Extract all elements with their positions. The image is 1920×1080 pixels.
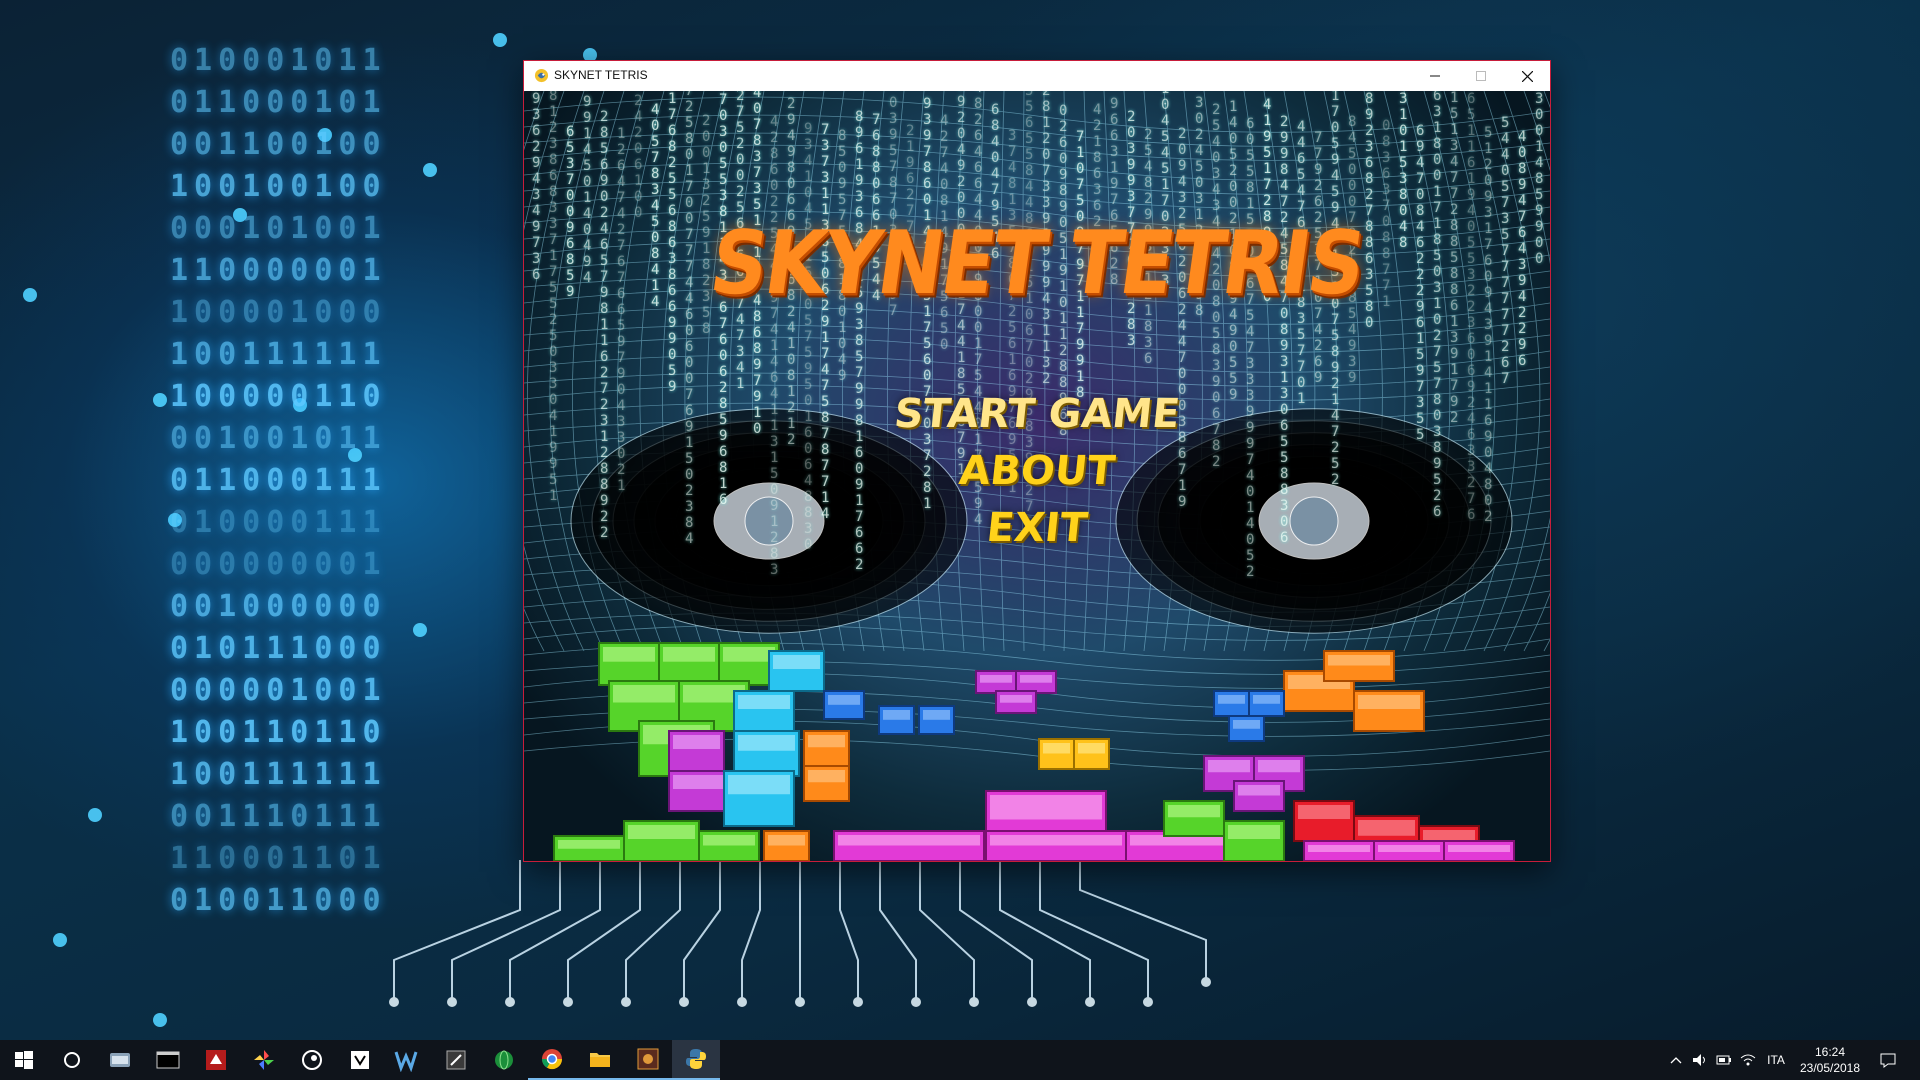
binary-row: 010001011 [170, 43, 387, 78]
taskbar-terminal[interactable] [144, 1040, 192, 1080]
about-button[interactable]: ABOUT [524, 448, 1550, 494]
binary-row: 000001001 [170, 673, 387, 708]
binary-row: 110000001 [170, 253, 387, 288]
binary-row: 000101001 [170, 211, 387, 246]
binary-row: 001001011 [170, 421, 387, 456]
close-icon [1521, 70, 1533, 82]
w-app-icon [394, 1051, 418, 1072]
windows-start-icon [15, 1051, 33, 1069]
pinwheel-app-icon [254, 1050, 274, 1070]
binary-row: 110001101 [170, 841, 387, 876]
visual-studio-icon [351, 1051, 369, 1069]
taskbar-dragon-app[interactable] [192, 1040, 240, 1080]
tray-wifi[interactable] [1736, 1040, 1760, 1080]
binary-row: 010000111 [170, 505, 387, 540]
binary-row: 001100100 [170, 127, 387, 162]
taskbar-settings-app[interactable] [432, 1040, 480, 1080]
binary-row: 100111111 [170, 337, 387, 372]
taskbar-python[interactable] [672, 1040, 720, 1080]
chevron-up-icon [1670, 1057, 1682, 1064]
taskbar-chrome[interactable] [528, 1040, 576, 1080]
settings-app-icon [446, 1050, 466, 1070]
window-title: SKYNET TETRIS [554, 68, 648, 82]
tray-battery[interactable] [1712, 1040, 1736, 1080]
exit-button[interactable]: EXIT [524, 505, 1550, 551]
cortana-search-icon [64, 1052, 80, 1068]
steam-icon [302, 1050, 322, 1070]
binary-row: 001000000 [170, 589, 387, 624]
maximize-button[interactable] [1458, 61, 1504, 91]
action-center-button[interactable] [1872, 1040, 1904, 1080]
maximize-icon [1476, 71, 1486, 81]
python-icon [686, 1049, 706, 1069]
taskbar-game-app[interactable] [624, 1040, 672, 1080]
battery-icon [1716, 1055, 1731, 1065]
chrome-icon [541, 1049, 563, 1070]
file-explorer-icon [590, 1053, 610, 1067]
taskbar-file-manager[interactable] [96, 1040, 144, 1080]
tray-clock[interactable]: 16:24 23/05/2018 [1790, 1044, 1870, 1076]
desktop-wallpaper: 010001011 011000101 001100100 100100100 0001… [0, 0, 1920, 1040]
title-bar[interactable]: SKYNET TETRIS [524, 61, 1550, 91]
app-window[interactable]: SKYNET TETRIS 93629434973678123868337175… [523, 60, 1551, 862]
minimize-icon [1430, 75, 1440, 77]
taskbar-pinwheel-app[interactable] [240, 1040, 288, 1080]
wifi-icon [1740, 1054, 1756, 1066]
binary-row: 001110111 [170, 799, 387, 834]
terminal-icon [156, 1051, 180, 1069]
taskbar-green-globe[interactable] [480, 1040, 528, 1080]
start-button[interactable] [0, 1040, 48, 1080]
game-canvas[interactable]: 9362943497367812386833717552503304199516… [524, 91, 1550, 861]
binary-row: 100001000 [170, 295, 387, 330]
binary-row: 011000111 [170, 463, 387, 498]
game-title: SKYNET TETRIS [704, 213, 1370, 315]
taskbar-file-explorer[interactable] [576, 1040, 624, 1080]
green-globe-icon [495, 1050, 513, 1070]
binary-row: 100100100 [170, 169, 387, 204]
taskbar-steam[interactable] [288, 1040, 336, 1080]
binary-row: 100000110 [170, 379, 387, 414]
tray-overflow-button[interactable] [1666, 1040, 1686, 1080]
tray-language[interactable]: ITA [1762, 1040, 1790, 1080]
file-manager-icon [110, 1053, 130, 1067]
start-game-button[interactable]: START GAME [524, 391, 1550, 437]
binary-row: 010111000 [170, 631, 387, 666]
dragon-app-icon [206, 1050, 226, 1070]
binary-row: 100111111 [170, 757, 387, 792]
cortana-button[interactable] [48, 1040, 96, 1080]
binary-row: 000000001 [170, 547, 387, 582]
notification-icon [1880, 1053, 1896, 1068]
speaker-icon [1693, 1054, 1705, 1066]
taskbar-w-app[interactable] [384, 1040, 432, 1080]
binary-row: 011000101 [170, 85, 387, 120]
taskbar-visual-studio[interactable] [336, 1040, 384, 1080]
minimize-button[interactable] [1412, 61, 1458, 91]
binary-row: 010011000 [170, 883, 387, 918]
binary-digits-decoration: 010001011 011000101 001100100 100100100 0001… [170, 40, 540, 940]
game-app-icon [637, 1048, 659, 1070]
close-button[interactable] [1504, 61, 1550, 91]
clock-time: 16:24 [1814, 1045, 1846, 1059]
tray-volume[interactable] [1688, 1040, 1712, 1080]
clock-date: 23/05/2018 [1799, 1061, 1861, 1075]
taskbar: ITA 16:24 23/05/2018 [0, 1040, 1920, 1080]
binary-row: 100110110 [170, 715, 387, 750]
pygame-snake-icon [534, 68, 549, 83]
